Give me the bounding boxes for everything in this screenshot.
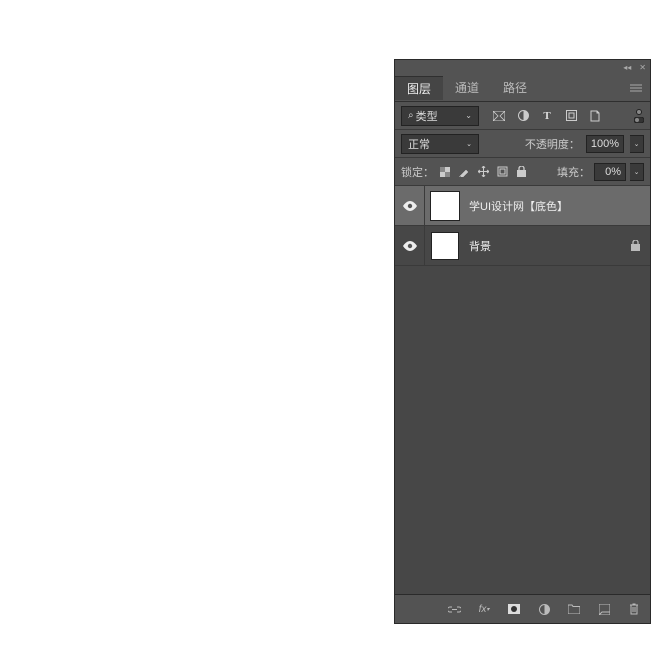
lock-icon bbox=[631, 240, 640, 251]
filter-pixel-icon[interactable] bbox=[491, 108, 507, 124]
adjustment-layer-icon[interactable] bbox=[536, 601, 552, 617]
layer-lock-indicator bbox=[620, 240, 650, 251]
opacity-value-input[interactable]: 100% bbox=[586, 135, 624, 153]
filter-kind-select[interactable]: ⌕ 类型 ⌄ bbox=[401, 106, 479, 126]
new-group-icon[interactable] bbox=[566, 601, 582, 617]
filter-label: 类型 bbox=[416, 108, 438, 124]
chevron-down-icon: ⌄ bbox=[465, 111, 472, 120]
layers-panel: ◂◂ ✕ 图层 通道 路径 ⌕ 类型 ⌄ T bbox=[394, 59, 651, 624]
layer-row[interactable]: 学UI设计网【底色】 bbox=[395, 186, 650, 226]
filter-icons: T bbox=[491, 108, 603, 124]
fill-label: 填充： bbox=[557, 164, 590, 180]
fill-value-input[interactable]: 0% bbox=[594, 163, 626, 181]
layer-row[interactable]: 背景 bbox=[395, 226, 650, 266]
search-icon: ⌕ bbox=[408, 110, 414, 121]
layer-thumbnail[interactable] bbox=[425, 192, 465, 220]
fill-dropdown-icon[interactable]: ⌄ bbox=[630, 163, 644, 181]
layer-thumbnail[interactable] bbox=[425, 232, 465, 260]
layer-fx-icon[interactable]: fx▾ bbox=[476, 601, 492, 617]
lock-transparency-icon[interactable] bbox=[438, 164, 452, 180]
layer-name[interactable]: 背景 bbox=[465, 238, 620, 254]
visibility-toggle[interactable] bbox=[395, 226, 425, 265]
lock-artboard-icon[interactable] bbox=[495, 164, 509, 180]
lock-pixels-icon[interactable] bbox=[457, 164, 471, 180]
filter-text-icon[interactable]: T bbox=[539, 108, 555, 124]
delete-layer-icon[interactable] bbox=[626, 601, 642, 617]
panel-menu-icon[interactable] bbox=[630, 83, 642, 93]
collapse-icon[interactable]: ◂◂ bbox=[623, 63, 631, 72]
panel-titlebar: ◂◂ ✕ bbox=[395, 60, 650, 74]
visibility-toggle[interactable] bbox=[395, 186, 425, 225]
panel-tabs: 图层 通道 路径 bbox=[395, 74, 650, 102]
blend-toolbar: 正常 ⌄ 不透明度： 100% ⌄ bbox=[395, 130, 650, 158]
lock-position-icon[interactable] bbox=[476, 164, 490, 180]
lock-label: 锁定： bbox=[401, 164, 434, 180]
filter-toggle-dot[interactable] bbox=[636, 109, 642, 115]
filter-smart-icon[interactable] bbox=[587, 108, 603, 124]
blend-mode-value: 正常 bbox=[408, 136, 430, 152]
chevron-down-icon: ⌄ bbox=[466, 140, 472, 148]
lock-toolbar: 锁定： 填充： 0% ⌄ bbox=[395, 158, 650, 186]
filter-toggle-icon[interactable] bbox=[634, 117, 644, 123]
opacity-dropdown-icon[interactable]: ⌄ bbox=[630, 135, 644, 153]
filter-toolbar: ⌕ 类型 ⌄ T bbox=[395, 102, 650, 130]
tab-channels[interactable]: 通道 bbox=[443, 76, 491, 99]
tab-paths[interactable]: 路径 bbox=[491, 76, 539, 99]
tab-layers[interactable]: 图层 bbox=[395, 76, 443, 100]
link-layers-icon[interactable] bbox=[446, 601, 462, 617]
filter-shape-icon[interactable] bbox=[563, 108, 579, 124]
filter-adjustment-icon[interactable] bbox=[515, 108, 531, 124]
layer-name[interactable]: 学UI设计网【底色】 bbox=[465, 198, 620, 214]
blend-mode-select[interactable]: 正常 ⌄ bbox=[401, 134, 479, 154]
layer-mask-icon[interactable] bbox=[506, 601, 522, 617]
layers-list: 学UI设计网【底色】 背景 bbox=[395, 186, 650, 595]
opacity-label: 不透明度： bbox=[525, 136, 580, 152]
new-layer-icon[interactable] bbox=[596, 601, 612, 617]
close-icon[interactable]: ✕ bbox=[639, 63, 646, 72]
layers-footer: fx▾ bbox=[395, 595, 650, 623]
lock-all-icon[interactable] bbox=[514, 164, 528, 180]
